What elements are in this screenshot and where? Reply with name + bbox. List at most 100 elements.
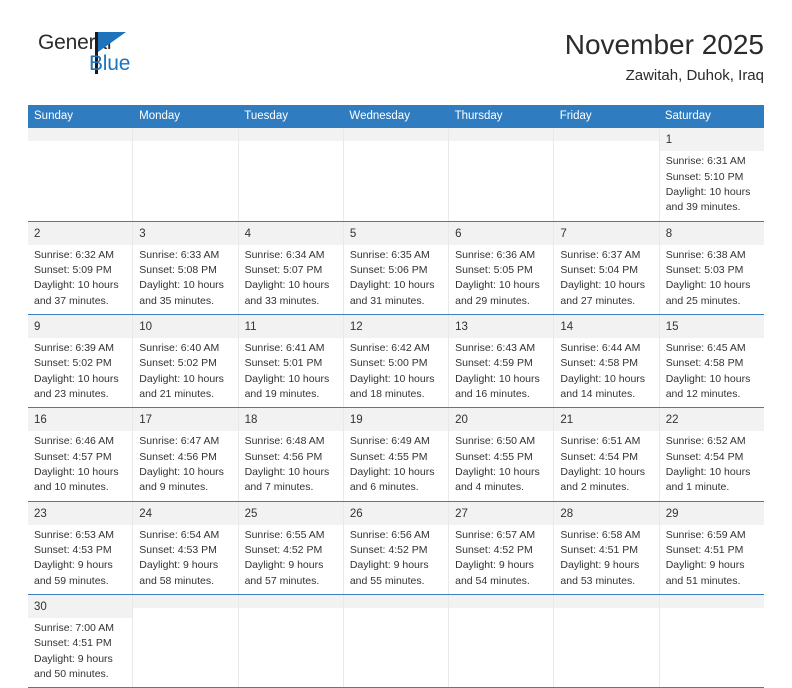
sunset-text: Sunset: 4:51 PM bbox=[34, 637, 112, 650]
day-number-band bbox=[449, 128, 554, 142]
day-number-band: 3 bbox=[133, 221, 238, 245]
day-cell[interactable]: 3 Sunrise: 6:33 AM Sunset: 5:08 PM Daylight… bbox=[133, 221, 239, 314]
day-number: 18 bbox=[244, 414, 258, 427]
day-number: 6 bbox=[455, 227, 462, 240]
day-details bbox=[554, 141, 658, 149]
day-number-band bbox=[238, 128, 343, 142]
sunset-text: Sunset: 4:56 PM bbox=[139, 450, 217, 463]
day-number-band: 16 bbox=[28, 408, 133, 432]
day-number: 21 bbox=[560, 414, 574, 427]
day-number: 20 bbox=[455, 414, 468, 427]
logo-text-blue: Blue bbox=[89, 52, 131, 75]
sunset-text: Sunset: 4:51 PM bbox=[560, 543, 639, 556]
day-cell[interactable]: 15 Sunrise: 6:45 AM Sunset: 4:58 PM Dayligh… bbox=[659, 315, 764, 407]
day-cell[interactable]: 6 Sunrise: 6:36 AM Sunset: 5:05 PM Daylight… bbox=[449, 221, 555, 314]
day-cell[interactable]: 13 Sunrise: 6:43 AM Sunset: 4:59 PM Dayligh… bbox=[449, 315, 555, 408]
day-number-band: 11 bbox=[238, 315, 343, 338]
day-cell[interactable]: 17 Sunrise: 6:47 AM Sunset: 4:56 PM Dayligh… bbox=[133, 408, 239, 501]
day-details: Sunrise: 6:50 AM Sunset: 4:55 PM Daylight:… bbox=[449, 431, 553, 500]
day-cell[interactable]: 26 Sunrise: 6:56 AM Sunset: 4:52 PM Dayligh… bbox=[343, 501, 450, 594]
day-number-band: 14 bbox=[554, 315, 659, 338]
day-cell-empty bbox=[449, 594, 555, 688]
day-details: Sunrise: 6:38 AM Sunset: 5:03 PM Daylight:… bbox=[660, 245, 764, 314]
daylight-text-line1: Daylight: 10 hours bbox=[244, 465, 330, 478]
day-cell[interactable]: 25 Sunrise: 6:55 AM Sunset: 4:52 PM Dayligh… bbox=[238, 501, 344, 594]
day-cell[interactable]: 29 Sunrise: 6:59 AM Sunset: 4:51 PM Dayligh… bbox=[659, 501, 764, 594]
day-cell[interactable]: 10 Sunrise: 6:40 AM Sunset: 5:02 PM Dayligh… bbox=[133, 315, 239, 408]
day-cell-empty bbox=[133, 128, 239, 221]
day-number: 5 bbox=[349, 227, 357, 240]
sunrise-text: Sunrise: 6:33 AM bbox=[139, 248, 220, 261]
weekday-header-sunday: Sunday bbox=[34, 110, 74, 122]
day-details: Sunrise: 6:51 AM Sunset: 4:54 PM Daylight:… bbox=[554, 431, 658, 500]
day-number-band bbox=[343, 128, 449, 142]
day-cell-empty bbox=[238, 594, 344, 688]
calendar-week-row: 16 Sunrise: 6:46 AM Sunset: 4:57 PM Dayligh… bbox=[28, 408, 764, 502]
day-cell[interactable]: 8 Sunrise: 6:38 AM Sunset: 5:03 PM Daylight… bbox=[659, 221, 764, 314]
sunrise-text: Sunrise: 6:42 AM bbox=[349, 342, 430, 354]
sunset-text: Sunset: 4:57 PM bbox=[34, 450, 112, 463]
daylight-text-line2: and 39 minutes. bbox=[665, 201, 741, 214]
day-cell[interactable]: 9 Sunrise: 6:39 AM Sunset: 5:02 PM Daylight… bbox=[28, 315, 134, 408]
calendar-page: General Blue November 2025 Zawitah, Duho… bbox=[0, 0, 792, 688]
sunrise-text: Sunrise: 6:58 AM bbox=[560, 528, 641, 541]
day-cell[interactable]: 28 Sunrise: 6:58 AM Sunset: 4:51 PM Dayligh… bbox=[554, 501, 660, 594]
calendar-week-row: 2 Sunrise: 6:32 AM Sunset: 5:09 PM Daylight… bbox=[28, 221, 764, 315]
day-number-band: 21 bbox=[554, 408, 659, 432]
daylight-text-line1: Daylight: 10 hours bbox=[455, 465, 540, 478]
day-cell[interactable]: 14 Sunrise: 6:44 AM Sunset: 4:58 PM Dayligh… bbox=[554, 315, 660, 408]
sunrise-text: Sunrise: 6:40 AM bbox=[139, 342, 220, 354]
day-cell[interactable]: 5 Sunrise: 6:35 AM Sunset: 5:06 PM Daylight… bbox=[343, 221, 450, 314]
day-number-band: 26 bbox=[343, 501, 449, 525]
day-cell[interactable]: 7 Sunrise: 6:37 AM Sunset: 5:04 PM Daylight… bbox=[554, 221, 660, 314]
day-cell[interactable]: 24 Sunrise: 6:54 AM Sunset: 4:53 PM Dayligh… bbox=[133, 501, 239, 594]
sunrise-text: Sunrise: 6:37 AM bbox=[560, 248, 641, 261]
day-number-band bbox=[554, 594, 659, 608]
day-number: 14 bbox=[560, 321, 574, 333]
daylight-text-line1: Daylight: 10 hours bbox=[665, 279, 751, 292]
sunrise-text: Sunrise: 6:43 AM bbox=[455, 342, 536, 354]
day-details: Sunrise: 6:57 AM Sunset: 4:52 PM Daylight:… bbox=[449, 525, 553, 594]
day-number-band: 27 bbox=[449, 501, 554, 525]
day-details: Sunrise: 6:59 AM Sunset: 4:51 PM Daylight:… bbox=[660, 525, 764, 594]
day-cell[interactable]: 18 Sunrise: 6:48 AM Sunset: 4:56 PM Dayligh… bbox=[238, 408, 344, 501]
day-cell[interactable]: 22 Sunrise: 6:52 AM Sunset: 4:54 PM Dayligh… bbox=[659, 408, 764, 500]
daylight-text-line2: and 54 minutes. bbox=[455, 574, 530, 587]
day-number-band bbox=[133, 594, 238, 608]
day-cell[interactable]: 16 Sunrise: 6:46 AM Sunset: 4:57 PM Dayligh… bbox=[28, 408, 134, 501]
sunrise-text: Sunrise: 6:39 AM bbox=[34, 342, 114, 354]
day-cell[interactable]: 11 Sunrise: 6:41 AM Sunset: 5:01 PM Dayligh… bbox=[238, 315, 344, 408]
daylight-text-line2: and 50 minutes. bbox=[34, 667, 109, 680]
day-number: 25 bbox=[244, 507, 258, 520]
daylight-text-line2: and 55 minutes. bbox=[349, 574, 425, 587]
day-cell[interactable]: 19 Sunrise: 6:49 AM Sunset: 4:55 PM Dayligh… bbox=[343, 408, 450, 501]
day-cell[interactable]: 27 Sunrise: 6:57 AM Sunset: 4:52 PM Dayligh… bbox=[449, 501, 555, 594]
day-number-band: 12 bbox=[343, 315, 449, 338]
day-number: 9 bbox=[34, 321, 41, 333]
day-cell[interactable]: 21 Sunrise: 6:51 AM Sunset: 4:54 PM Dayligh… bbox=[554, 408, 660, 501]
daylight-text-line2: and 33 minutes. bbox=[244, 294, 320, 307]
sunset-text: Sunset: 5:02 PM bbox=[34, 357, 112, 370]
day-details: Sunrise: 6:35 AM Sunset: 5:06 PM Daylight:… bbox=[344, 245, 448, 314]
day-number: 4 bbox=[244, 227, 251, 240]
day-cell[interactable]: 2 Sunrise: 6:32 AM Sunset: 5:09 PM Daylight… bbox=[28, 221, 134, 314]
sunrise-text: Sunrise: 6:57 AM bbox=[455, 528, 536, 541]
day-number-band: 25 bbox=[238, 501, 343, 525]
daylight-text-line2: and 51 minutes. bbox=[665, 574, 741, 587]
day-details: Sunrise: 6:42 AM Sunset: 5:00 PM Daylight:… bbox=[344, 338, 448, 407]
weekday-header-friday: Friday bbox=[559, 110, 592, 122]
day-cell[interactable]: 20 Sunrise: 6:50 AM Sunset: 4:55 PM Dayligh… bbox=[449, 408, 555, 501]
sunrise-text: Sunrise: 7:00 AM bbox=[34, 621, 114, 634]
day-cell-empty bbox=[238, 128, 344, 221]
day-cell[interactable]: 12 Sunrise: 6:42 AM Sunset: 5:00 PM Dayligh… bbox=[343, 315, 450, 408]
sunset-text: Sunset: 4:52 PM bbox=[244, 543, 323, 556]
day-details: Sunrise: 6:31 AM Sunset: 5:10 PM Daylight:… bbox=[660, 151, 764, 220]
day-cell[interactable]: 30 Sunrise: 7:00 AM Sunset: 4:51 PM Dayligh… bbox=[28, 594, 134, 688]
day-cell[interactable]: 4 Sunrise: 6:34 AM Sunset: 5:07 PM Daylight… bbox=[238, 221, 344, 314]
daylight-text-line2: and 23 minutes. bbox=[34, 387, 109, 400]
daylight-text-line2: and 1 minute. bbox=[665, 481, 730, 494]
general-blue-logo[interactable]: General Blue bbox=[28, 30, 208, 88]
day-cell[interactable]: 1 Sunrise: 6:31 AM Sunset: 5:10 PM Daylight… bbox=[659, 128, 764, 220]
day-cell[interactable]: 23 Sunrise: 6:53 AM Sunset: 4:53 PM Dayligh… bbox=[28, 501, 134, 594]
day-details: Sunrise: 7:00 AM Sunset: 4:51 PM Daylight:… bbox=[28, 618, 132, 687]
